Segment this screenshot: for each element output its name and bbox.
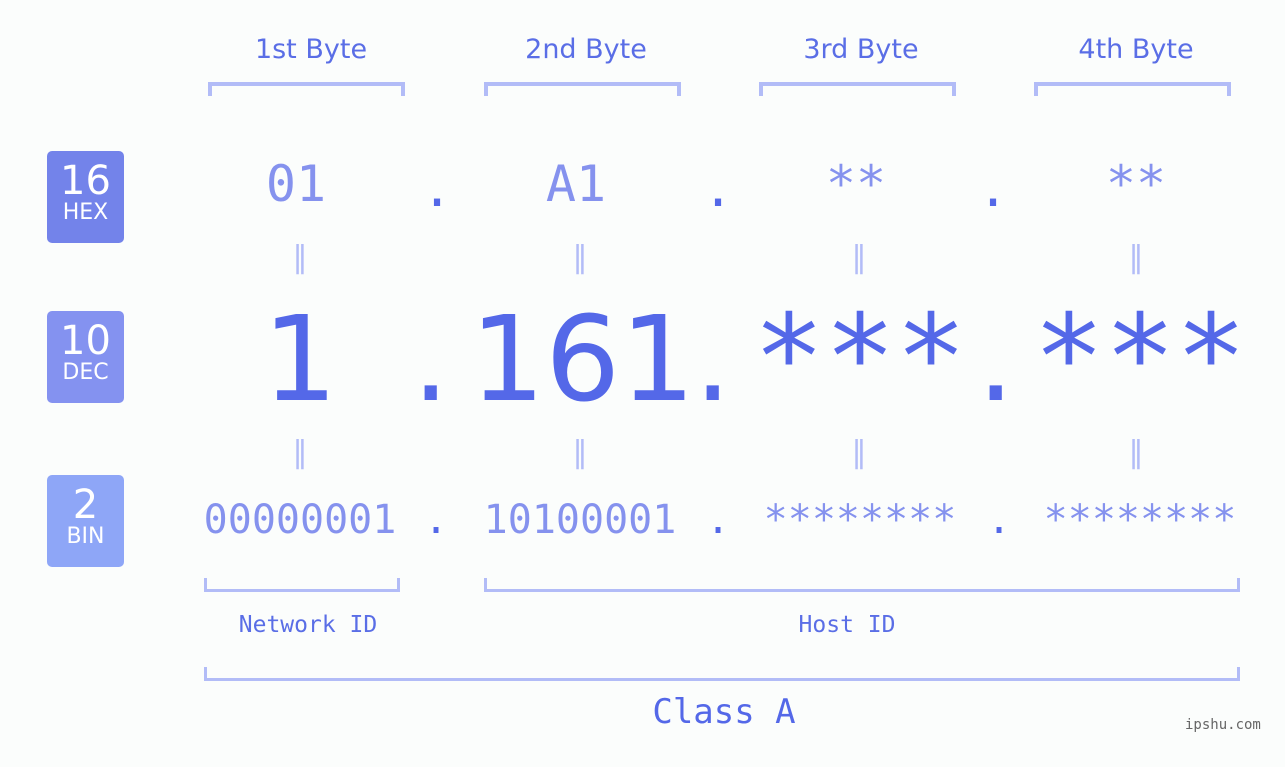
hex-byte-2: A1 <box>545 155 607 213</box>
byte-bracket-3 <box>759 82 956 96</box>
host-id-label: Host ID <box>798 612 896 638</box>
equals-icon: ‖ <box>851 240 867 275</box>
hex-base-number: 16 <box>60 158 111 204</box>
bin-separator-2: . <box>706 497 731 543</box>
hex-base-label: HEX <box>62 200 109 225</box>
byte-bracket-1 <box>208 82 405 96</box>
hex-badge: 16 HEX <box>47 151 124 243</box>
hex-byte-1: 01 <box>265 155 327 213</box>
dec-separator-3: . <box>977 290 1015 428</box>
bin-base-label: BIN <box>66 524 105 549</box>
byte-bracket-4 <box>1034 82 1231 96</box>
bin-separator-1: . <box>424 497 449 543</box>
class-bracket <box>204 667 1240 681</box>
network-id-bracket <box>204 578 400 592</box>
equals-icon: ‖ <box>292 240 308 275</box>
equals-icon: ‖ <box>292 435 308 470</box>
bin-badge: 2 BIN <box>47 475 124 567</box>
equals-icon: ‖ <box>851 435 867 470</box>
host-id-bracket <box>484 578 1240 592</box>
dec-byte-1: 1 <box>262 290 338 428</box>
dec-byte-4: *** <box>1033 288 1247 426</box>
bin-byte-1: 00000001 <box>203 497 397 543</box>
byte-bracket-2 <box>484 82 681 96</box>
hex-separator-1: . <box>422 160 453 218</box>
hex-separator-2: . <box>703 160 734 218</box>
hex-byte-4: ** <box>1105 155 1167 213</box>
hex-byte-3: ** <box>825 155 887 213</box>
dec-badge: 10 DEC <box>47 311 124 403</box>
watermark: ipshu.com <box>1185 717 1261 733</box>
equals-icon: ‖ <box>1128 240 1144 275</box>
bin-byte-2: 10100001 <box>483 497 677 543</box>
dec-separator-1: . <box>412 290 450 428</box>
dec-byte-3: *** <box>753 288 967 426</box>
bin-byte-4: ******** <box>1043 497 1237 543</box>
byte-header-3: 3rd Byte <box>803 34 919 65</box>
dec-byte-2: 161 <box>470 290 696 428</box>
bin-separator-3: . <box>987 497 1012 543</box>
network-id-label: Network ID <box>238 612 378 638</box>
byte-header-4: 4th Byte <box>1078 34 1194 65</box>
equals-icon: ‖ <box>1128 435 1144 470</box>
equals-icon: ‖ <box>572 240 588 275</box>
class-label: Class A <box>652 692 796 732</box>
bin-base-number: 2 <box>72 482 99 528</box>
hex-separator-3: . <box>978 160 1009 218</box>
equals-icon: ‖ <box>572 435 588 470</box>
byte-header-1: 1st Byte <box>254 34 368 65</box>
dec-base-number: 10 <box>60 318 111 364</box>
byte-header-2: 2nd Byte <box>525 34 647 65</box>
bin-byte-3: ******** <box>763 497 957 543</box>
dec-separator-2: . <box>694 290 732 428</box>
dec-base-label: DEC <box>62 360 109 385</box>
